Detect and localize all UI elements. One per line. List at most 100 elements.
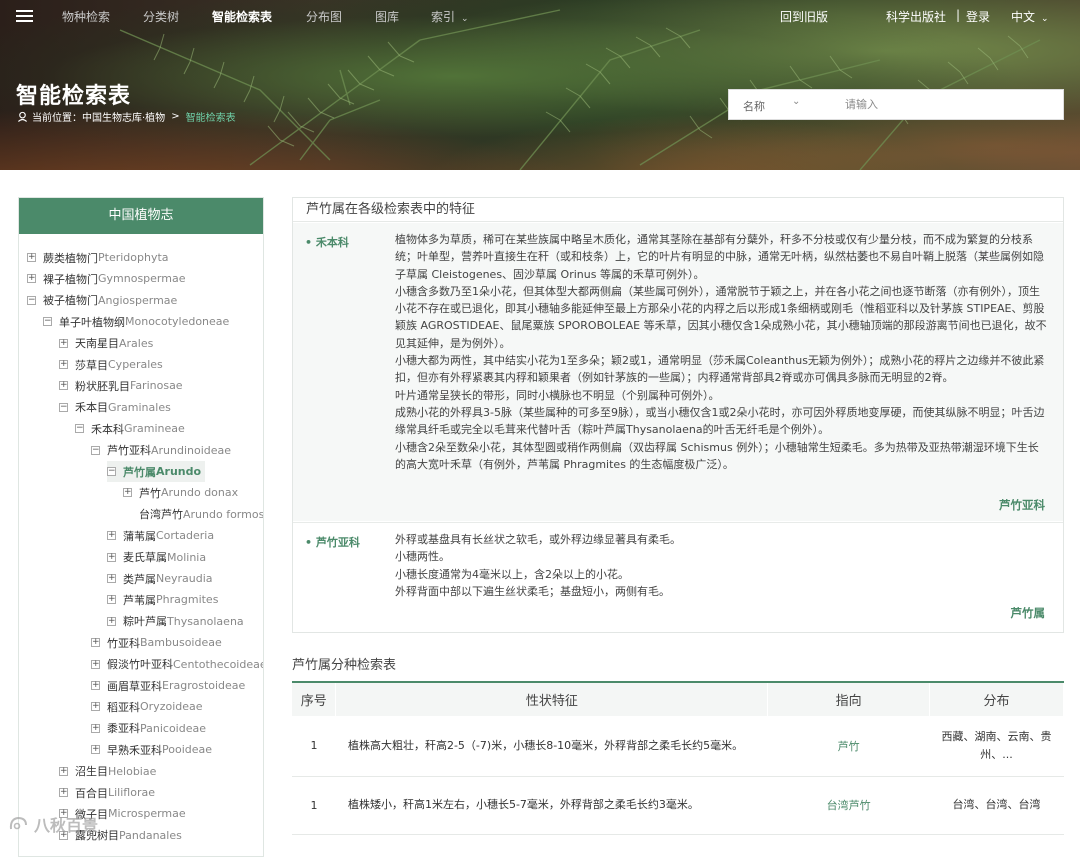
tree-node-latin: Gramineae xyxy=(124,422,185,436)
tree-node[interactable]: + 百合目 Liliflorae xyxy=(59,782,155,803)
tree-node[interactable]: + 假淡竹叶亚科 Centothecoideae xyxy=(91,654,263,675)
feature-line: 叶片通常呈狭长的带形，同时小横脉也不明显（个别属种可例外）。 xyxy=(395,388,720,402)
expand-toggle-icon[interactable]: + xyxy=(107,595,116,605)
row-number: 1 xyxy=(292,776,336,835)
tree-node-name: 芦苇属 xyxy=(123,593,156,607)
tree-node[interactable]: + 天南星目 Arales xyxy=(59,333,153,354)
login-link[interactable]: 登录 xyxy=(966,8,990,25)
nav-taxonomy-tree[interactable]: 分类树 xyxy=(143,8,179,25)
nav-species-search[interactable]: 物种检索 xyxy=(62,8,110,25)
nav-divider: | xyxy=(956,8,961,22)
expand-toggle-icon[interactable]: + xyxy=(107,531,116,541)
expand-toggle-icon[interactable]: + xyxy=(59,338,68,348)
breadcrumb-site[interactable]: 中国生物志库·植物 xyxy=(82,109,165,124)
collapse-toggle-icon[interactable]: − xyxy=(59,402,68,412)
expand-toggle-icon[interactable]: + xyxy=(27,253,36,262)
tree-node[interactable]: + 麦氏草属 Molinia xyxy=(107,547,206,568)
collapse-toggle-icon[interactable]: − xyxy=(75,424,84,434)
expand-toggle-icon[interactable]: + xyxy=(59,360,68,369)
breadcrumb-current[interactable]: 智能检索表 xyxy=(186,109,236,124)
tree-node[interactable]: + 蒲苇属 Cortaderia xyxy=(107,525,214,546)
feature-block-label[interactable]: • 禾本科 xyxy=(305,234,349,250)
tree-node[interactable]: + 粉状胚乳目 Farinosae xyxy=(59,375,183,396)
expand-toggle-icon[interactable]: + xyxy=(91,681,100,690)
column-header: 指向 xyxy=(767,681,931,716)
row-number: 1 xyxy=(292,716,336,777)
column-header: 序号 xyxy=(292,681,337,716)
tree-node-name: 被子植物门 xyxy=(43,294,98,308)
feature-next-link[interactable]: 芦竹属 xyxy=(1011,605,1046,621)
expand-toggle-icon[interactable]: + xyxy=(59,788,68,797)
collapse-toggle-icon[interactable]: − xyxy=(107,467,116,476)
expand-toggle-icon[interactable]: + xyxy=(91,659,100,669)
expand-toggle-icon[interactable]: + xyxy=(59,381,68,391)
tree-node[interactable]: − 芦竹属 Arundo xyxy=(107,461,206,482)
tree-node[interactable]: − 芦竹亚科 Arundinoideae xyxy=(91,440,231,461)
expand-toggle-icon[interactable]: + xyxy=(123,488,132,498)
tree-node[interactable]: − 禾本科 Gramineae xyxy=(75,418,185,439)
expand-toggle-icon[interactable]: + xyxy=(91,638,100,648)
tree-node-latin: Cortaderia xyxy=(156,529,215,543)
table-row: 1 植株高大粗壮，秆高2-5（-7)米，小穗长8-10毫米，外稃背部之柔毛长约5… xyxy=(292,716,1064,777)
tree-node[interactable]: + 裸子植物门 Gymnospermae xyxy=(27,268,185,289)
tree-node-latin: Panicoideae xyxy=(140,721,206,735)
tree-node-latin: Angiospermae xyxy=(98,293,178,307)
page-title: 智能检索表 xyxy=(16,84,132,109)
publisher-link[interactable]: 科学出版社 xyxy=(886,8,946,25)
nav-smart-key[interactable]: 智能检索表 xyxy=(212,8,272,25)
sidebar-title: 中国植物志 xyxy=(19,198,263,234)
expand-toggle-icon[interactable]: + xyxy=(91,745,100,755)
back-to-old-version-link[interactable]: 回到旧版 xyxy=(780,8,828,25)
chevron-down-icon[interactable]: ⌄ xyxy=(792,96,800,107)
collapse-toggle-icon[interactable]: − xyxy=(43,317,52,327)
expand-toggle-icon[interactable]: + xyxy=(107,552,116,562)
expand-toggle-icon[interactable]: + xyxy=(107,574,116,583)
tree-node[interactable]: + 稻亚科 Oryzoideae xyxy=(91,696,203,717)
tree-node-latin: Eragrostoideae xyxy=(162,679,246,692)
tree-node[interactable]: − 禾本目 Graminales xyxy=(59,397,171,418)
tree-node[interactable]: + 沼生目 Helobiae xyxy=(59,761,156,782)
tree-node[interactable]: + 芦苇属 Phragmites xyxy=(107,589,218,610)
tree-node-name: 早熟禾亚科 xyxy=(107,743,162,757)
tree-node[interactable]: + 蕨类植物门 Pteridophyta xyxy=(27,247,169,268)
tree-node-name: 禾本科 xyxy=(91,422,124,436)
search-field-select[interactable]: 名称 xyxy=(743,98,765,114)
nav-distribution-map[interactable]: 分布图 xyxy=(306,8,342,25)
row-description: 植株矮小，秆高1米左右，小穗长5-7毫米，外稃背部之柔毛长约3毫米。 xyxy=(335,776,768,835)
nav-gallery[interactable]: 图库 xyxy=(375,8,399,25)
tree-node[interactable]: + 黍亚科 Panicoideae xyxy=(91,718,206,739)
tree-node-name: 百合目 xyxy=(75,786,108,800)
tree-node[interactable]: + 莎草目 Cyperales xyxy=(59,354,163,375)
nav-index[interactable]: 索引 ⌄ xyxy=(431,8,469,25)
language-label: 中文 xyxy=(1011,10,1036,24)
tree-node[interactable]: − 单子叶植物纲 Monocotyledoneae xyxy=(43,311,229,332)
tree-node-name: 芦竹 xyxy=(139,486,161,500)
tree-node[interactable]: + 画眉草亚科 Eragrostoideae xyxy=(91,675,245,696)
collapse-toggle-icon[interactable]: − xyxy=(91,445,100,455)
expand-toggle-icon[interactable]: + xyxy=(107,616,116,626)
expand-toggle-icon[interactable]: + xyxy=(91,702,100,712)
tree-node[interactable]: + 类芦属 Neyraudia xyxy=(107,568,213,589)
expand-toggle-icon[interactable]: + xyxy=(27,274,36,284)
expand-toggle-icon[interactable]: + xyxy=(59,766,68,776)
feature-block-label[interactable]: • 芦竹亚科 xyxy=(305,534,360,550)
tree-node[interactable]: − 被子植物门 Angiospermae xyxy=(27,290,177,311)
language-switcher[interactable]: 中文 ⌄ xyxy=(1011,8,1049,25)
feature-line: 小穗含2朵至数朵小花，其体型圆或稍作两侧扁（双齿稃属 Schismus 例外）；… xyxy=(395,440,1039,471)
tree-node[interactable]: + 竹亚科 Bambusoideae xyxy=(91,632,222,653)
row-target-link[interactable]: 台湾芦竹 xyxy=(767,776,930,835)
search-input[interactable] xyxy=(837,90,1057,119)
hero-banner: 物种检索 分类树 智能检索表 分布图 图库 索引 ⌄ 回到旧版 科学出版社 | 登… xyxy=(0,0,1080,170)
tree-node[interactable]: + 芦竹 Arundo donax xyxy=(123,482,238,503)
tree-node[interactable]: + 粽叶芦属 Thysanolaena xyxy=(107,611,244,632)
tree-node-name: 假淡竹叶亚科 xyxy=(107,658,173,672)
location-pin-icon xyxy=(17,111,28,122)
tree-node[interactable]: + 早熟禾亚科 Pooideae xyxy=(91,739,212,760)
tree-node[interactable]: 台湾芦竹Arundo formosana xyxy=(123,504,263,525)
hamburger-menu-icon[interactable] xyxy=(16,10,33,23)
expand-toggle-icon[interactable]: + xyxy=(91,723,100,733)
feature-next-link[interactable]: 芦竹亚科 xyxy=(999,497,1045,513)
collapse-toggle-icon[interactable]: − xyxy=(27,295,36,305)
tree-node-latin: Farinosae xyxy=(130,379,183,393)
row-target-link[interactable]: 芦竹 xyxy=(767,716,930,777)
